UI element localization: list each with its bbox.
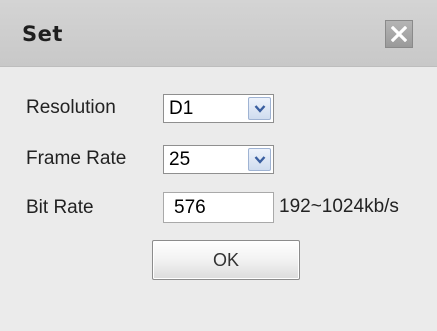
settings-dialog: Set Resolution D1 Frame Rate 25 Bit Rate…: [0, 0, 437, 331]
resolution-dropdown-button[interactable]: [248, 97, 271, 120]
bit-rate-range: 192~1024kb/s: [279, 196, 399, 217]
ok-button-label: OK: [212, 250, 239, 270]
close-button[interactable]: [385, 20, 413, 48]
frame-rate-select[interactable]: 25: [163, 145, 274, 174]
bit-rate-label: Bit Rate: [26, 197, 94, 218]
chevron-down-icon: [254, 105, 266, 113]
resolution-select[interactable]: D1: [163, 94, 274, 123]
bit-rate-value: 576: [174, 197, 206, 218]
resolution-label: Resolution: [26, 97, 116, 118]
chevron-down-icon: [254, 156, 266, 164]
frame-rate-dropdown-button[interactable]: [248, 148, 271, 171]
resolution-value: D1: [169, 98, 194, 119]
title-bar[interactable]: Set: [0, 0, 437, 67]
close-icon: [391, 26, 407, 42]
frame-rate-value: 25: [169, 149, 191, 170]
ok-button[interactable]: OK: [152, 240, 300, 280]
bit-rate-input[interactable]: 576: [163, 192, 274, 223]
frame-rate-label: Frame Rate: [26, 148, 127, 169]
dialog-title: Set: [22, 22, 63, 46]
